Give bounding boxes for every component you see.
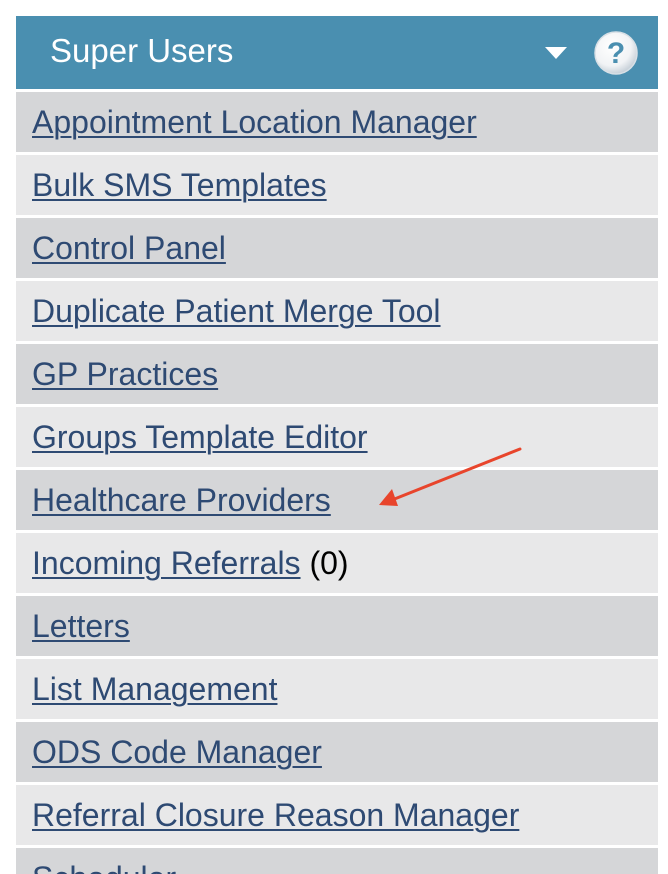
list-item: Incoming Referrals (0) bbox=[16, 530, 658, 593]
list-item: Letters bbox=[16, 593, 658, 656]
duplicate-patient-merge-tool-link[interactable]: Duplicate Patient Merge Tool bbox=[32, 293, 441, 329]
ods-code-manager-link[interactable]: ODS Code Manager bbox=[32, 734, 322, 770]
list-item: Healthcare Providers bbox=[16, 467, 658, 530]
scheduler-link[interactable]: Scheduler bbox=[32, 860, 176, 874]
caret-down-icon[interactable] bbox=[544, 46, 568, 60]
question-mark-icon[interactable]: ? bbox=[593, 30, 639, 76]
list-item: Bulk SMS Templates bbox=[16, 152, 658, 215]
list-item: ODS Code Manager bbox=[16, 719, 658, 782]
list-item: Groups Template Editor bbox=[16, 404, 658, 467]
list-item: Duplicate Patient Merge Tool bbox=[16, 278, 658, 341]
list-item: List Management bbox=[16, 656, 658, 719]
list-item: GP Practices bbox=[16, 341, 658, 404]
list-item: Control Panel bbox=[16, 215, 658, 278]
referral-closure-reason-manager-link[interactable]: Referral Closure Reason Manager bbox=[32, 797, 519, 833]
list-management-link[interactable]: List Management bbox=[32, 671, 277, 707]
control-panel-link[interactable]: Control Panel bbox=[32, 230, 226, 266]
incoming-referrals-count: (0) bbox=[309, 545, 349, 581]
super-users-panel: Super Users ? Appointment Location Manag… bbox=[16, 16, 658, 874]
panel-header: Super Users ? bbox=[16, 16, 658, 89]
super-users-menu: Appointment Location Manager Bulk SMS Te… bbox=[16, 89, 658, 874]
list-item: Appointment Location Manager bbox=[16, 89, 658, 152]
appointment-location-manager-link[interactable]: Appointment Location Manager bbox=[32, 104, 477, 140]
help-symbol: ? bbox=[607, 37, 625, 70]
list-item: Scheduler bbox=[16, 845, 658, 874]
incoming-referrals-link[interactable]: Incoming Referrals bbox=[32, 545, 301, 581]
letters-link[interactable]: Letters bbox=[32, 608, 130, 644]
list-item: Referral Closure Reason Manager bbox=[16, 782, 658, 845]
panel-title: Super Users bbox=[50, 32, 234, 69]
bulk-sms-templates-link[interactable]: Bulk SMS Templates bbox=[32, 167, 327, 203]
gp-practices-link[interactable]: GP Practices bbox=[32, 356, 218, 392]
groups-template-editor-link[interactable]: Groups Template Editor bbox=[32, 419, 368, 455]
healthcare-providers-link[interactable]: Healthcare Providers bbox=[32, 482, 331, 518]
